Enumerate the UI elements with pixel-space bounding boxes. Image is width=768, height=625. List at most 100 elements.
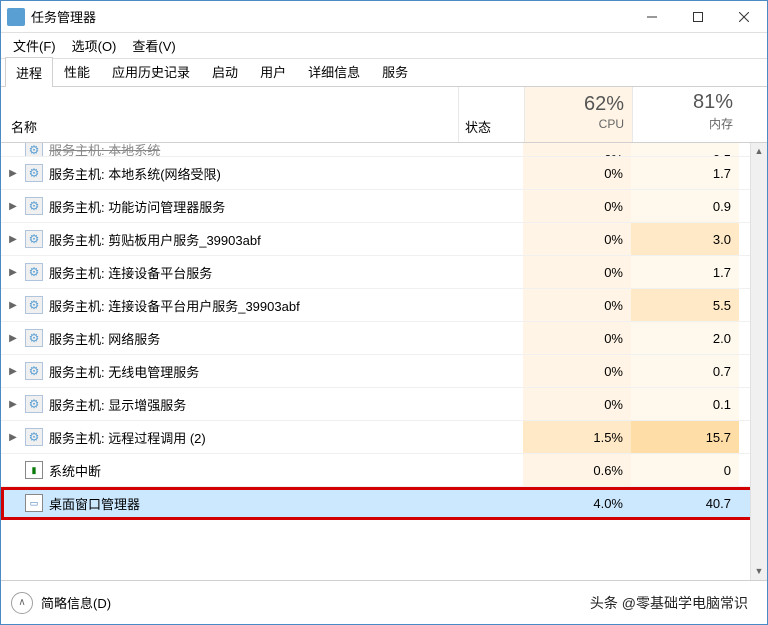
process-mem: 0.9 xyxy=(631,190,739,222)
watermark: 头条 @零基础学电脑常识 xyxy=(590,593,748,613)
process-mem: 40.7 xyxy=(631,487,739,519)
process-row[interactable]: ▶ 服务主机: 显示增强服务 0%0.1 xyxy=(1,388,767,421)
process-row[interactable]: ▶ 服务主机: 连接设备平台用户服务_39903abf 0%5.5 xyxy=(1,289,767,322)
expand-icon[interactable]: ▶ xyxy=(5,432,21,443)
process-icon xyxy=(25,362,43,380)
window-controls xyxy=(629,1,767,33)
process-mem: 1.7 xyxy=(631,256,739,288)
maximize-button[interactable] xyxy=(675,1,721,33)
process-name: 服务主机: 剪贴板用户服务_39903abf xyxy=(49,230,457,249)
tab-details[interactable]: 详细信息 xyxy=(297,56,371,86)
process-mem: 3.0 xyxy=(631,223,739,255)
process-cpu: 0.6% xyxy=(523,454,631,486)
app-icon xyxy=(7,8,25,26)
process-icon xyxy=(25,197,43,215)
process-name: 服务主机: 连接设备平台服务 xyxy=(49,263,457,282)
process-mem: 5.5 xyxy=(631,289,739,321)
process-cpu: 0% xyxy=(523,223,631,255)
process-cpu: 0% xyxy=(523,355,631,387)
process-icon xyxy=(25,329,43,347)
process-cpu: 0% xyxy=(523,157,631,189)
process-mem: 0 xyxy=(631,454,739,486)
process-name: 服务主机: 功能访问管理器服务 xyxy=(49,197,457,216)
process-row[interactable]: ▶服务主机: 本地系统(网络受限)0%1.7 xyxy=(1,157,767,190)
process-name: 服务主机: 显示增强服务 xyxy=(49,395,457,414)
process-row[interactable]: ▶服务主机: 网络服务0%2.0 xyxy=(1,322,767,355)
process-name: 服务主机: 连接设备平台用户服务_39903abf xyxy=(49,296,457,315)
task-manager-window: 任务管理器 文件(F) 选项(O) 查看(V) 进程 性能 应用历史记录 启动 … xyxy=(0,0,768,625)
process-name: 服务主机: 本地系统 xyxy=(49,143,457,157)
col-header-cpu[interactable]: 62% CPU xyxy=(525,87,633,142)
cpu-total-pct: 62% xyxy=(525,93,624,116)
process-name: 服务主机: 远程过程调用 (2) xyxy=(49,428,457,447)
menu-file[interactable]: 文件(F) xyxy=(5,33,64,58)
expand-icon[interactable]: ▶ xyxy=(5,168,21,179)
expand-icon[interactable]: ▶ xyxy=(5,267,21,278)
process-cpu: 4.0% xyxy=(523,487,631,519)
close-button[interactable] xyxy=(721,1,767,33)
process-row[interactable]: 系统中断 0.6%0 xyxy=(1,454,767,487)
process-icon xyxy=(25,296,43,314)
cpu-label: CPU xyxy=(525,117,624,131)
expand-icon[interactable]: ▶ xyxy=(5,366,21,377)
process-cpu: 0% xyxy=(523,256,631,288)
process-mem: 1.7 xyxy=(631,157,739,189)
process-row[interactable]: ▶ 服务主机: 无线电管理服务 0%0.7 xyxy=(1,355,767,388)
tab-services[interactable]: 服务 xyxy=(371,56,419,86)
process-name: 系统中断 xyxy=(49,461,457,480)
process-name: 服务主机: 无线电管理服务 xyxy=(49,362,457,381)
scroll-down-icon[interactable]: ▼ xyxy=(751,563,767,580)
column-headers: 名称 状态 62% CPU 81% 内存 xyxy=(1,87,767,143)
process-cpu: 0% xyxy=(523,289,631,321)
process-row[interactable]: ▶ 服务主机: 连接设备平台服务 0%1.7 xyxy=(1,256,767,289)
process-mem: 0.1 xyxy=(631,388,739,420)
process-cpu: 0% xyxy=(523,190,631,222)
process-cpu: 0% xyxy=(523,322,631,354)
process-cpu: 0% xyxy=(523,388,631,420)
col-header-status[interactable]: 状态 xyxy=(459,87,525,142)
expand-icon[interactable]: ▶ xyxy=(5,234,21,245)
fewer-details-label[interactable]: 简略信息(D) xyxy=(41,593,111,612)
process-row[interactable]: 桌面窗口管理器 4.0%40.7 xyxy=(1,487,767,520)
menu-options[interactable]: 选项(O) xyxy=(64,33,125,58)
expand-icon[interactable]: ▶ xyxy=(5,333,21,344)
tab-processes[interactable]: 进程 xyxy=(5,57,53,87)
process-mem: 0.7 xyxy=(631,355,739,387)
process-icon xyxy=(25,143,43,157)
process-cpu: 1.5% xyxy=(523,421,631,453)
tab-startup[interactable]: 启动 xyxy=(201,56,249,86)
menu-view[interactable]: 查看(V) xyxy=(124,33,183,58)
process-cpu: 0% xyxy=(523,143,631,156)
minimize-button[interactable] xyxy=(629,1,675,33)
expand-icon[interactable]: ▶ xyxy=(5,399,21,410)
process-name: 桌面窗口管理器 xyxy=(49,494,457,513)
col-header-mem[interactable]: 81% 内存 xyxy=(633,87,741,142)
tab-apphistory[interactable]: 应用历史记录 xyxy=(101,56,201,86)
process-row[interactable]: 服务主机: 本地系统 0%0.5 xyxy=(1,143,767,157)
col-header-name[interactable]: 名称 xyxy=(1,87,459,142)
process-list[interactable]: 服务主机: 本地系统0%0.5▶服务主机: 本地系统(网络受限)0%1.7▶服务… xyxy=(1,143,767,580)
titlebar[interactable]: 任务管理器 xyxy=(1,1,767,33)
process-icon xyxy=(25,494,43,512)
tab-performance[interactable]: 性能 xyxy=(53,56,101,86)
mem-label: 内存 xyxy=(633,115,733,132)
fewer-details-icon[interactable]: ∧ xyxy=(11,592,33,614)
process-name: 服务主机: 网络服务 xyxy=(49,329,457,348)
process-row[interactable]: ▶ 服务主机: 功能访问管理器服务 0%0.9 xyxy=(1,190,767,223)
process-mem: 0.5 xyxy=(631,143,739,156)
expand-icon[interactable]: ▶ xyxy=(5,300,21,311)
tab-users[interactable]: 用户 xyxy=(249,56,297,86)
mem-total-pct: 81% xyxy=(633,91,733,114)
process-icon xyxy=(25,263,43,281)
process-icon xyxy=(25,395,43,413)
vertical-scrollbar[interactable]: ▲ ▼ xyxy=(750,143,767,580)
content-area: 名称 状态 62% CPU 81% 内存 服务主机: 本地系统0%0.5▶服务主… xyxy=(1,87,767,580)
process-icon xyxy=(25,230,43,248)
window-title: 任务管理器 xyxy=(31,7,629,26)
expand-icon[interactable]: ▶ xyxy=(5,201,21,212)
scroll-up-icon[interactable]: ▲ xyxy=(751,143,767,160)
process-icon xyxy=(25,164,43,182)
process-row[interactable]: ▶服务主机: 远程过程调用 (2)1.5%15.7 xyxy=(1,421,767,454)
process-icon xyxy=(25,461,43,479)
process-row[interactable]: ▶ 服务主机: 剪贴板用户服务_39903abf 0%3.0 xyxy=(1,223,767,256)
